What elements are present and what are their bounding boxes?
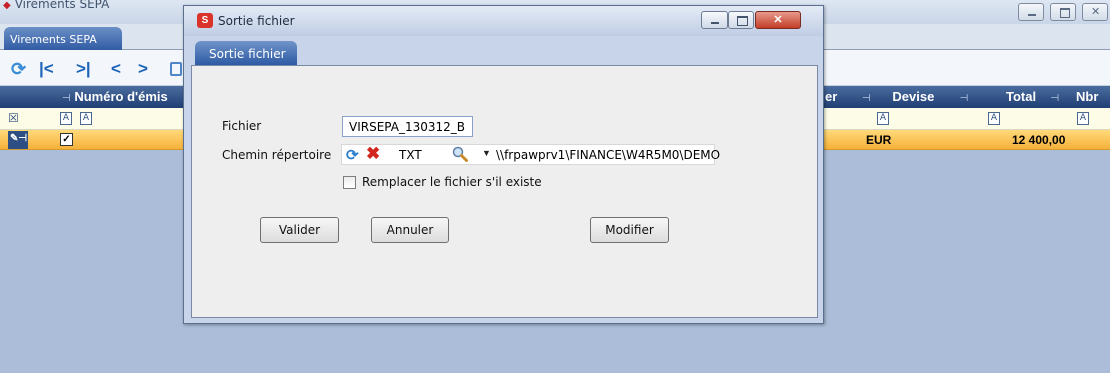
pin-icon: ⊣ [862, 93, 871, 104]
next-record-icon[interactable]: > [138, 59, 148, 79]
dialog-minimize-button[interactable] [701, 11, 728, 29]
app-maximize-button[interactable] [1050, 3, 1076, 21]
dialog-app-icon: S [197, 13, 213, 28]
filter-text-icon[interactable]: A [60, 112, 72, 125]
replace-checkbox[interactable] [343, 176, 356, 189]
filter-text-icon[interactable]: A [877, 112, 889, 125]
cell-devise: EUR [866, 133, 892, 147]
annuler-button[interactable]: Annuler [371, 217, 449, 243]
delete-icon[interactable]: ✖ [366, 144, 380, 164]
column-label: Nbr [1076, 89, 1099, 104]
last-record-icon[interactable]: >| [76, 59, 91, 79]
valider-button[interactable]: Valider [260, 217, 339, 243]
app-logo-icon: ◆ [3, 0, 11, 11]
dialog-title: Sortie fichier [218, 14, 295, 28]
pin-icon: ⊣ [62, 93, 71, 104]
app-title: ◆ Virements SEPA [3, 0, 109, 11]
refresh-icon[interactable]: ⟳ [346, 146, 359, 164]
app-close-button[interactable] [1082, 3, 1108, 21]
cell-total: 12 400,00 [1012, 133, 1066, 147]
fichier-label: Fichier [222, 119, 262, 133]
file-extension[interactable]: TXT [399, 148, 422, 162]
previous-record-icon[interactable]: < [111, 59, 121, 79]
sortie-fichier-dialog: S Sortie fichier ✕ Sortie fichier Fichie… [183, 5, 824, 324]
column-label: Numéro d'émis [74, 89, 168, 104]
column-total[interactable]: Total ⊣ [1006, 89, 1059, 104]
column-label: Total [1006, 89, 1037, 104]
column-nbr[interactable]: Nbr [1076, 89, 1098, 104]
row-checkbox[interactable]: ✓ [60, 133, 73, 146]
refresh-icon[interactable]: ⟳ [11, 59, 26, 79]
filter-text-icon[interactable]: A [988, 112, 1000, 125]
pin-icon: ⊣ [959, 93, 969, 104]
filter-text-icon[interactable]: A [80, 112, 92, 125]
tab-virements-sepa[interactable]: Virements SEPA [4, 27, 122, 51]
app-minimize-button[interactable] [1018, 3, 1044, 21]
directory-path[interactable]: \\frpawprv1\FINANCE\W4R5M0\DEMO [496, 148, 720, 162]
column-numero-emission[interactable]: ⊣ Numéro d'émis [62, 89, 168, 104]
app-title-text: Virements SEPA [14, 0, 110, 11]
dialog-panel: Fichier VIRSEPA_130312_B Chemin répertoi… [191, 65, 818, 318]
filter-text-icon[interactable]: A [1077, 112, 1089, 125]
dialog-close-button[interactable]: ✕ [755, 11, 801, 29]
modifier-button[interactable]: Modifier [590, 217, 669, 243]
fichier-input[interactable]: VIRSEPA_130312_B [342, 116, 473, 137]
path-selector: ⟳ ✖ TXT ▼ \\frpawprv1\FINANCE\W4R5M0\DEM… [341, 144, 720, 165]
column-label: er [825, 89, 838, 104]
replace-label: Remplacer le fichier s'il existe [362, 175, 542, 189]
document-icon[interactable] [170, 62, 182, 76]
row-edit-marker-icon: ✎⊣ [8, 131, 28, 149]
tab-sortie-fichier[interactable]: Sortie fichier [195, 41, 297, 65]
chemin-label: Chemin répertoire [222, 148, 332, 162]
column-partial[interactable]: er [825, 89, 837, 104]
first-record-icon[interactable]: |< [39, 59, 54, 79]
chevron-down-icon[interactable]: ▼ [482, 148, 491, 158]
dialog-titlebar[interactable]: S Sortie fichier ✕ [184, 6, 823, 36]
column-label: Devise [892, 89, 935, 104]
search-icon[interactable] [452, 146, 468, 162]
column-devise[interactable]: ⊣ Devise ⊣ [862, 89, 968, 104]
edit-filter-icon[interactable]: ☒ [8, 111, 19, 125]
dialog-maximize-button[interactable] [728, 11, 754, 29]
close-icon: ✕ [773, 14, 783, 26]
pin-icon: ⊣ [1050, 93, 1060, 104]
